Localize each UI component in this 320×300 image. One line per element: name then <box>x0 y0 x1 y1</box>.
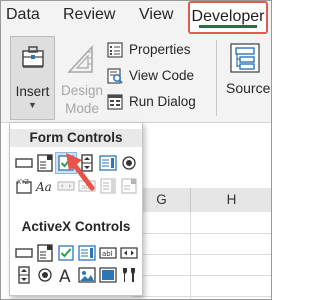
image-icon[interactable] <box>77 265 97 285</box>
run-dialog-label: Run Dialog <box>129 94 196 109</box>
tab-view[interactable]: View <box>139 6 173 24</box>
label-icon[interactable]: Aa <box>35 176 55 196</box>
active-tab-underline <box>199 25 257 28</box>
gridline <box>132 254 272 255</box>
gridline <box>132 296 272 297</box>
toolbox-icon <box>22 46 44 68</box>
tab-developer[interactable]: Developer <box>188 1 268 34</box>
column-header-h[interactable]: H <box>190 188 272 212</box>
design-mode-button[interactable]: Design Mode <box>60 36 104 120</box>
ribbon-group-divider <box>216 40 217 116</box>
design-mode-icon <box>67 45 93 73</box>
ribbon-controls-group: Insert ▼ Design Mode Properties View Cod… <box>0 34 272 123</box>
activex-scroll-bar-icon[interactable] <box>119 243 139 263</box>
svg-text:XYZ: XYZ <box>17 179 29 186</box>
svg-text:abl: abl <box>81 183 92 191</box>
activex-check-box-icon[interactable] <box>56 243 76 263</box>
form-controls-heading: Form Controls <box>10 129 142 147</box>
combo-box-icon[interactable] <box>35 153 55 173</box>
run-dialog-button[interactable]: Run Dialog <box>107 92 197 114</box>
gridline <box>132 275 272 276</box>
button-icon[interactable] <box>14 153 34 173</box>
tab-developer-label: Developer <box>191 8 265 25</box>
view-code-button[interactable]: View Code <box>107 66 197 88</box>
toggle-button-icon[interactable] <box>98 265 118 285</box>
svg-text:A: A <box>59 267 71 285</box>
activex-combo-box-icon[interactable] <box>35 243 55 263</box>
scroll-bar-icon[interactable] <box>56 176 76 196</box>
spin-button-icon[interactable] <box>77 153 97 173</box>
svg-text:Aa: Aa <box>35 180 52 194</box>
group-box-icon[interactable]: XYZ <box>14 176 34 196</box>
activex-option-button-icon[interactable] <box>35 265 55 285</box>
combo-list-icon[interactable] <box>98 176 118 196</box>
more-controls-icon[interactable] <box>119 265 139 285</box>
run-dialog-icon <box>107 94 123 110</box>
combo-dropdown-icon[interactable] <box>119 176 139 196</box>
properties-label: Properties <box>129 42 191 57</box>
activex-label-icon[interactable]: A <box>56 265 76 285</box>
design-mode-label: Design Mode <box>60 82 104 118</box>
tab-data[interactable]: Data <box>6 6 40 24</box>
text-field-icon[interactable]: abl <box>77 176 97 196</box>
tab-review[interactable]: Review <box>63 6 115 24</box>
insert-controls-menu: Form Controls XYZ Aa abl ActiveX Control… <box>9 122 143 296</box>
activex-list-box-icon[interactable] <box>77 243 97 263</box>
gridline <box>190 212 191 300</box>
design-mode-label-line1: Design <box>60 83 104 98</box>
text-box-icon[interactable]: abl <box>98 243 118 263</box>
option-button-icon[interactable] <box>119 153 139 173</box>
list-box-icon[interactable] <box>98 153 118 173</box>
design-mode-label-line2: Mode <box>65 101 99 116</box>
command-button-icon[interactable] <box>14 243 34 263</box>
properties-icon <box>107 42 123 58</box>
xml-source-icon <box>230 43 260 73</box>
chevron-down-icon: ▼ <box>28 100 37 110</box>
source-label: Source <box>226 80 271 96</box>
properties-button[interactable]: Properties <box>107 40 197 62</box>
insert-label: Insert <box>15 84 50 99</box>
gridline <box>132 233 272 234</box>
activex-controls-heading: ActiveX Controls <box>21 219 131 234</box>
insert-button[interactable]: Insert ▼ <box>10 36 55 120</box>
source-button[interactable]: Source <box>222 36 272 120</box>
view-code-label: View Code <box>129 68 195 83</box>
ribbon-tabs: Data Review View Developer <box>0 0 272 34</box>
view-code-icon <box>107 68 123 84</box>
check-box-icon[interactable] <box>55 152 77 174</box>
activex-spin-button-icon[interactable] <box>14 265 34 285</box>
svg-text:abl: abl <box>102 250 113 258</box>
